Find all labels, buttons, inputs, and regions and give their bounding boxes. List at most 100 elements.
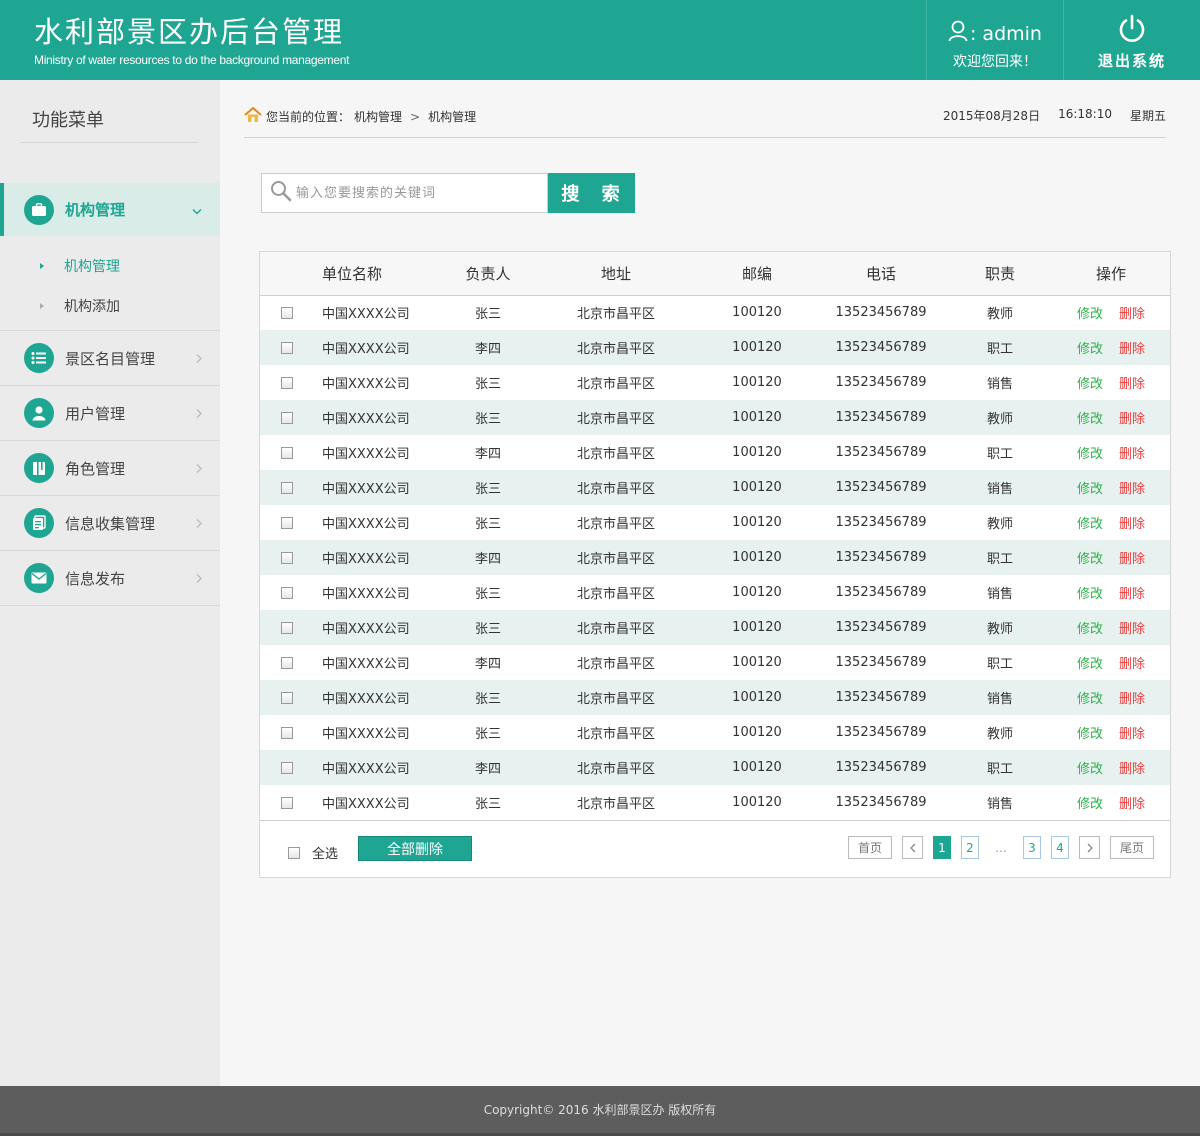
row-checkbox[interactable] (281, 761, 293, 774)
next-page-button[interactable] (1079, 836, 1100, 859)
cell-manager: 张三 (474, 622, 501, 637)
row-checkbox[interactable] (281, 726, 293, 739)
cell-actions: 修改 删除 (1052, 295, 1170, 330)
cell-manager: 张三 (474, 377, 501, 392)
sidebar-item-label: 角色管理 (65, 459, 126, 478)
select-all[interactable]: 全选 (288, 843, 338, 862)
delete-link[interactable]: 删除 (1119, 412, 1145, 427)
sidebar-item-org[interactable]: 机构管理 (0, 183, 220, 236)
delete-link[interactable]: 删除 (1119, 657, 1145, 672)
delete-link[interactable]: 删除 (1119, 692, 1145, 707)
delete-link[interactable]: 删除 (1119, 587, 1145, 602)
delete-link[interactable]: 删除 (1119, 447, 1145, 462)
sidebar-item-publish[interactable]: 信息发布 (0, 551, 220, 606)
edit-link[interactable]: 修改 (1077, 412, 1103, 427)
search-bar: 搜 索 (261, 173, 635, 213)
edit-link[interactable]: 修改 (1077, 552, 1103, 567)
row-checkbox-cell (260, 470, 314, 505)
logout-button[interactable]: 退出系统 (1063, 0, 1200, 80)
edit-link[interactable]: 修改 (1077, 797, 1103, 812)
table-row: 中国XXXX公司 张三 北京市昌平区 100120 13523456789 教师 修改 删除 (260, 505, 1170, 540)
search-button[interactable]: 搜 索 (548, 173, 635, 213)
cell-phone: 13523456789 (835, 585, 927, 600)
cell-address: 北京市昌平区 (576, 412, 655, 427)
submenu-org-manage[interactable]: 机构管理 (0, 246, 220, 286)
table-row: 中国XXXX公司 张三 北京市昌平区 100120 13523456789 销售 修改 删除 (260, 785, 1170, 820)
cell-name: 中国XXXX公司 (322, 482, 410, 497)
delete-link[interactable]: 删除 (1119, 342, 1145, 357)
search-input[interactable] (296, 185, 536, 201)
edit-link[interactable]: 修改 (1077, 657, 1103, 672)
cell-manager: 李四 (474, 657, 501, 672)
sidebar-item-roles[interactable]: 角色管理 (0, 441, 220, 496)
delete-link[interactable]: 删除 (1119, 377, 1145, 392)
edit-link[interactable]: 修改 (1077, 762, 1103, 777)
cell-phone: 13523456789 (835, 690, 927, 705)
row-checkbox[interactable] (281, 691, 293, 704)
row-checkbox[interactable] (281, 586, 293, 599)
row-checkbox[interactable] (281, 796, 293, 809)
sidebar-item-users[interactable]: 用户管理 (0, 386, 220, 441)
cell-actions: 修改 删除 (1052, 435, 1170, 470)
cell-phone: 13523456789 (835, 620, 927, 635)
submenu-org-add[interactable]: 机构添加 (0, 286, 220, 326)
row-checkbox[interactable] (281, 376, 293, 389)
row-checkbox[interactable] (281, 411, 293, 424)
cell-role: 职工 (986, 342, 1013, 357)
briefcase-icon (24, 194, 54, 225)
row-checkbox[interactable] (281, 306, 293, 319)
row-checkbox-cell (260, 680, 314, 715)
delete-link[interactable]: 删除 (1119, 517, 1145, 532)
edit-link[interactable]: 修改 (1077, 482, 1103, 497)
sidebar-item-label: 信息收集管理 (65, 514, 156, 533)
cell-address: 北京市昌平区 (576, 622, 655, 637)
breadcrumb-level1[interactable]: 机构管理 (354, 108, 402, 125)
edit-link[interactable]: 修改 (1077, 342, 1103, 357)
cell-role: 销售 (986, 482, 1013, 497)
cell-role: 教师 (986, 412, 1013, 427)
page-1-button[interactable]: 1 (933, 836, 951, 859)
edit-link[interactable]: 修改 (1077, 622, 1103, 637)
cell-phone: 13523456789 (835, 760, 927, 775)
row-checkbox[interactable] (281, 446, 293, 459)
home-icon[interactable] (244, 106, 262, 126)
chevron-right-icon (196, 569, 202, 588)
column-header: 操作 (1095, 264, 1126, 283)
delete-link[interactable]: 删除 (1119, 552, 1145, 567)
first-page-button[interactable]: 首页 (848, 836, 892, 859)
page-4-button[interactable]: 4 (1051, 836, 1069, 859)
delete-link[interactable]: 删除 (1119, 797, 1145, 812)
delete-link[interactable]: 删除 (1119, 762, 1145, 777)
delete-link[interactable]: 删除 (1119, 622, 1145, 637)
edit-link[interactable]: 修改 (1077, 727, 1103, 742)
row-checkbox[interactable] (281, 341, 293, 354)
edit-link[interactable]: 修改 (1077, 377, 1103, 392)
row-checkbox[interactable] (281, 516, 293, 529)
sidebar-item-label: 机构管理 (65, 201, 126, 219)
cell-phone: 13523456789 (835, 340, 927, 355)
row-checkbox[interactable] (281, 656, 293, 669)
page-3-button[interactable]: 3 (1023, 836, 1041, 859)
row-checkbox[interactable] (281, 481, 293, 494)
row-checkbox[interactable] (281, 621, 293, 634)
edit-link[interactable]: 修改 (1077, 692, 1103, 707)
last-page-button[interactable]: 尾页 (1110, 836, 1154, 859)
prev-page-button[interactable] (902, 836, 923, 859)
sidebar-item-info-collect[interactable]: 信息收集管理 (0, 496, 220, 551)
delete-all-button[interactable]: 全部删除 (358, 836, 472, 861)
delete-link[interactable]: 删除 (1119, 307, 1145, 322)
page-2-button[interactable]: 2 (961, 836, 979, 859)
edit-link[interactable]: 修改 (1077, 447, 1103, 462)
row-checkbox[interactable] (281, 551, 293, 564)
cell-actions: 修改 删除 (1052, 750, 1170, 785)
edit-link[interactable]: 修改 (1077, 517, 1103, 532)
delete-link[interactable]: 删除 (1119, 482, 1145, 497)
table-row: 中国XXXX公司 张三 北京市昌平区 100120 13523456789 教师 修改 删除 (260, 715, 1170, 750)
select-all-checkbox[interactable] (288, 846, 300, 859)
cell-address: 北京市昌平区 (576, 762, 655, 777)
edit-link[interactable]: 修改 (1077, 307, 1103, 322)
delete-link[interactable]: 删除 (1119, 727, 1145, 742)
sidebar-item-scenic[interactable]: 景区名目管理 (0, 331, 220, 386)
chevron-down-icon (192, 200, 202, 219)
edit-link[interactable]: 修改 (1077, 587, 1103, 602)
